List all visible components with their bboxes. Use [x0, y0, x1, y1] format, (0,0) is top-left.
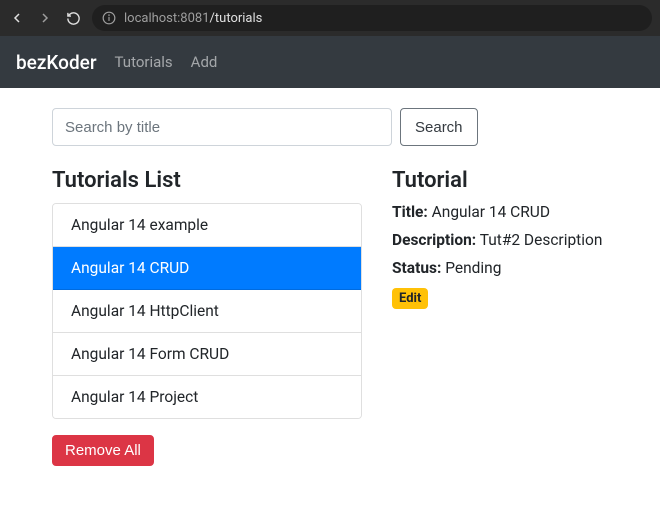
- edit-button[interactable]: Edit: [392, 288, 428, 309]
- detail-title-value: Angular 14 CRUD: [432, 203, 550, 221]
- detail-status-label: Status:: [392, 259, 441, 277]
- detail-description-label: Description:: [392, 231, 476, 249]
- detail-title-row: Title: Angular 14 CRUD: [392, 203, 608, 221]
- brand-link[interactable]: bezKoder: [16, 51, 97, 74]
- search-button[interactable]: Search: [400, 108, 478, 146]
- url-text: localhost:8081/tutorials: [124, 11, 262, 26]
- main-container: Search Tutorials List Angular 14 example…: [0, 88, 660, 486]
- remove-all-button[interactable]: Remove All: [52, 435, 154, 466]
- list-heading: Tutorials List: [52, 168, 362, 193]
- tutorials-list: Angular 14 exampleAngular 14 CRUDAngular…: [52, 203, 362, 419]
- list-item[interactable]: Angular 14 example: [53, 204, 361, 247]
- forward-icon[interactable]: [36, 9, 54, 27]
- nav-link-tutorials[interactable]: Tutorials: [115, 53, 173, 71]
- list-item[interactable]: Angular 14 Form CRUD: [53, 333, 361, 376]
- list-item[interactable]: Angular 14 CRUD: [53, 247, 361, 290]
- detail-description-row: Description: Tut#2 Description: [392, 231, 608, 249]
- tutorials-list-column: Tutorials List Angular 14 exampleAngular…: [52, 168, 362, 466]
- detail-heading: Tutorial: [392, 168, 608, 193]
- detail-status-value: Pending: [445, 259, 501, 277]
- nav-link-add[interactable]: Add: [191, 53, 218, 71]
- detail-description-value: Tut#2 Description: [480, 231, 603, 249]
- site-info-icon[interactable]: [102, 11, 116, 25]
- browser-chrome: localhost:8081/tutorials: [0, 0, 660, 36]
- address-bar[interactable]: localhost:8081/tutorials: [92, 5, 652, 31]
- list-item[interactable]: Angular 14 Project: [53, 376, 361, 418]
- search-input[interactable]: [52, 108, 392, 146]
- search-row: Search: [52, 108, 608, 146]
- tutorial-detail-column: Tutorial Title: Angular 14 CRUD Descript…: [392, 168, 608, 466]
- back-icon[interactable]: [8, 9, 26, 27]
- list-item[interactable]: Angular 14 HttpClient: [53, 290, 361, 333]
- navbar: bezKoder Tutorials Add: [0, 36, 660, 88]
- reload-icon[interactable]: [64, 9, 82, 27]
- detail-title-label: Title:: [392, 203, 428, 221]
- detail-status-row: Status: Pending: [392, 259, 608, 277]
